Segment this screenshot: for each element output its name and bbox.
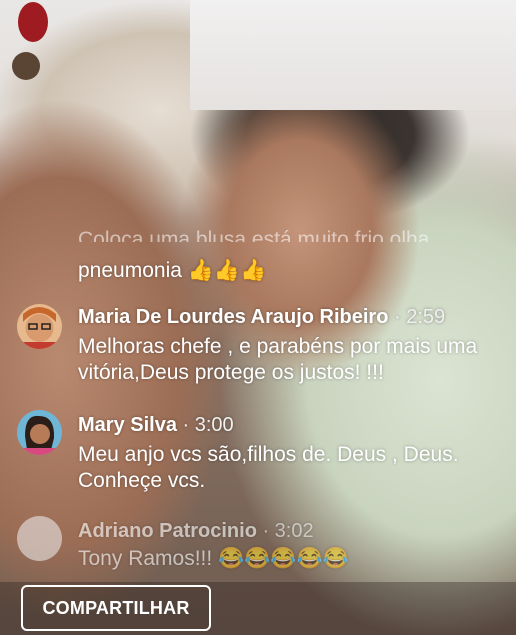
- comment-text: Melhoras chefe , e parabéns por mais uma…: [78, 335, 478, 384]
- share-button[interactable]: COMPARTILHAR: [21, 585, 211, 631]
- commenter-name[interactable]: Adriano Patrocinio: [78, 520, 257, 542]
- comment-time: · 2:59: [394, 306, 446, 328]
- partial-comment-text: pneumonia 👍👍👍: [78, 259, 267, 282]
- avatar[interactable]: [17, 304, 62, 349]
- bottom-action-bar: COMPARTILHAR: [0, 582, 516, 635]
- commenter-name[interactable]: Maria De Lourdes Araujo Ribeiro: [78, 306, 388, 328]
- comment-time: · 3:00: [182, 414, 234, 436]
- live-comments-list: Coloca uma blusa está muito frio olha pn…: [0, 228, 516, 590]
- wall: [190, 0, 516, 110]
- partial-comment-line: Coloca uma blusa está muito frio olha: [78, 228, 430, 242]
- avatar[interactable]: [17, 410, 62, 455]
- comment-header: Maria De Lourdes Araujo Ribeiro · 2:59: [78, 306, 445, 329]
- comment-time: · 3:02: [262, 520, 314, 542]
- comment-text: Meu anjo vcs são,filhos de. Deus , Deus.…: [78, 443, 459, 492]
- comment-header: Adriano Patrocinio · 3:02: [78, 520, 314, 543]
- red-ornament: [18, 2, 48, 42]
- pinecone-ornament: [12, 52, 40, 80]
- comment-text: Tony Ramos!!! 😂😂😂😂😂: [78, 547, 349, 570]
- comment-header: Mary Silva · 3:00: [78, 414, 234, 437]
- avatar[interactable]: [17, 516, 62, 561]
- commenter-name[interactable]: Mary Silva: [78, 414, 177, 436]
